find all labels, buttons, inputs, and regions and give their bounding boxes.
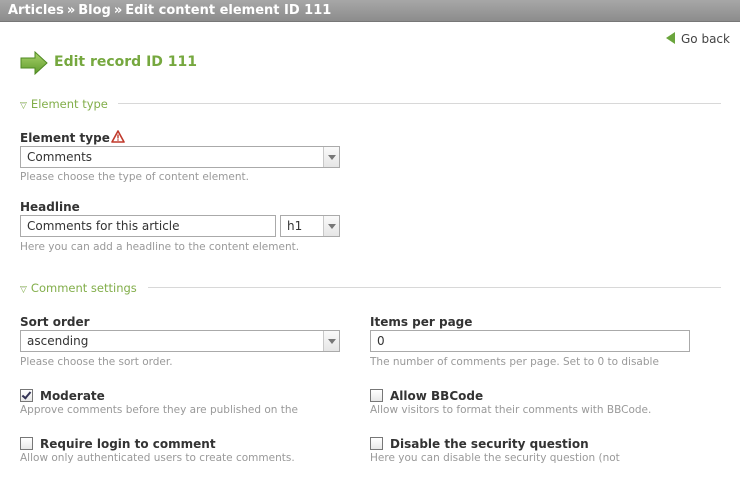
- chevron-down-icon: [328, 155, 336, 160]
- element-type-value: Comments: [27, 150, 93, 164]
- sort-order-value: ascending: [27, 334, 89, 348]
- warning-triangle-icon: [111, 130, 125, 143]
- breadcrumb-current: Edit content element ID 111: [125, 3, 332, 18]
- top-bar: Articles» Blog» Edit content element ID 11…: [0, 0, 740, 22]
- headline-level-dropdown-button[interactable]: [323, 216, 339, 236]
- moderate-label[interactable]: Moderate: [40, 389, 105, 403]
- allow-bbcode-checkbox[interactable]: [370, 389, 383, 402]
- disable-captcha-label[interactable]: Disable the security question: [390, 437, 589, 451]
- fieldset-border: [20, 287, 25, 288]
- headline-label: Headline: [20, 200, 80, 214]
- sort-order-dropdown-button[interactable]: [323, 331, 339, 351]
- disable-captcha-hint: Here you can disable the security questi…: [370, 452, 620, 464]
- breadcrumb-blog[interactable]: Blog: [78, 3, 111, 18]
- chevron-down-icon: [328, 224, 336, 229]
- breadcrumb: Articles» Blog» Edit content element ID 11…: [8, 3, 331, 18]
- items-per-page-input[interactable]: 0: [370, 330, 690, 352]
- element-type-label: Element type: [20, 131, 110, 145]
- breadcrumb-separator: »: [66, 3, 76, 18]
- moderate-checkbox[interactable]: [20, 389, 33, 402]
- require-login-checkbox[interactable]: [20, 437, 33, 450]
- items-per-page-label: Items per page: [370, 315, 473, 329]
- legend-element-type-label: Element type: [30, 97, 108, 111]
- disable-captcha-checkbox[interactable]: [370, 437, 383, 450]
- allow-bbcode-label[interactable]: Allow BBCode: [390, 389, 483, 403]
- items-per-page-hint: The number of comments per page. Set to …: [370, 356, 659, 368]
- legend-element-type[interactable]: ▽ Element type: [20, 97, 108, 111]
- page-title: Edit record ID 111: [54, 54, 197, 70]
- sort-order-select[interactable]: ascending: [20, 330, 340, 352]
- sort-order-hint: Please choose the sort order.: [20, 356, 173, 368]
- headline-level-value: h1: [287, 219, 303, 233]
- go-back-label: Go back: [681, 32, 730, 46]
- items-per-page-value: 0: [377, 334, 385, 348]
- sort-order-label: Sort order: [20, 315, 90, 329]
- fieldset-border: [148, 287, 721, 288]
- fieldset-border: [20, 103, 25, 104]
- allow-bbcode-hint: Allow visitors to format their comments …: [370, 404, 652, 416]
- moderate-hint: Approve comments before they are publish…: [20, 404, 299, 416]
- element-type-dropdown-button[interactable]: [323, 147, 339, 167]
- chevron-down-icon: [328, 339, 336, 344]
- element-type-select[interactable]: Comments: [20, 146, 340, 168]
- element-type-hint: Please choose the type of content elemen…: [20, 171, 249, 183]
- legend-comment-settings-label: Comment settings: [30, 281, 137, 295]
- headline-value: Comments for this article: [27, 219, 180, 233]
- breadcrumb-articles[interactable]: Articles: [8, 3, 64, 18]
- go-back-link[interactable]: Go back: [666, 32, 730, 46]
- checkmark-icon: [21, 389, 32, 400]
- headline-input[interactable]: Comments for this article: [20, 215, 276, 237]
- fieldset-border: [118, 103, 721, 104]
- require-login-hint: Allow only authenticated users to create…: [20, 452, 295, 464]
- headline-hint: Here you can add a headline to the conte…: [20, 241, 300, 253]
- breadcrumb-separator: »: [113, 3, 123, 18]
- legend-comment-settings[interactable]: ▽ Comment settings: [20, 281, 137, 295]
- back-arrow-icon: [666, 32, 675, 44]
- green-arrow-icon: [20, 51, 48, 75]
- require-login-label[interactable]: Require login to comment: [40, 437, 216, 451]
- headline-level-select[interactable]: h1: [280, 215, 340, 237]
